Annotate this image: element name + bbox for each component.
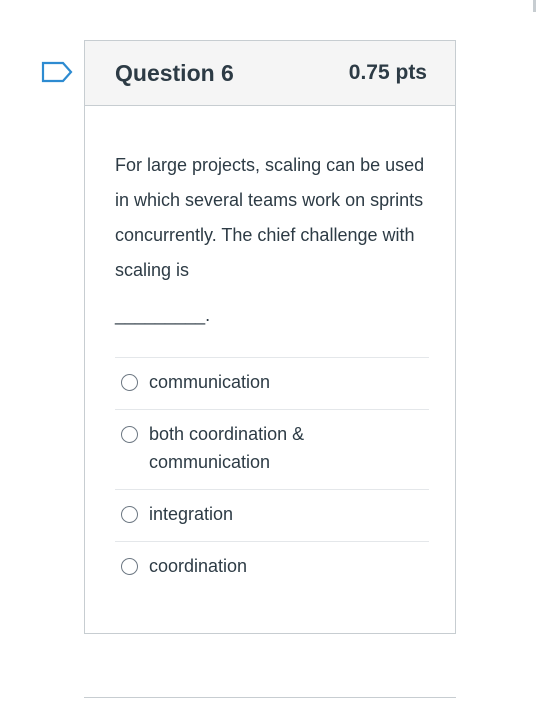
question-text: For large projects, scaling can be used … bbox=[115, 148, 429, 333]
answer-option[interactable]: integration bbox=[115, 489, 429, 541]
answer-list: communication both coordination & commun… bbox=[115, 357, 429, 593]
answer-option[interactable]: communication bbox=[115, 357, 429, 409]
next-question-card bbox=[84, 697, 456, 707]
question-header: Question 6 0.75 pts bbox=[85, 41, 455, 106]
flag-icon bbox=[41, 61, 73, 83]
answer-label: integration bbox=[149, 504, 234, 524]
question-title: Question 6 bbox=[115, 60, 234, 86]
answer-label: coordination bbox=[149, 556, 248, 576]
question-body: For large projects, scaling can be used … bbox=[115, 155, 425, 280]
flag-question-button[interactable] bbox=[40, 60, 74, 84]
radio-button[interactable] bbox=[121, 374, 138, 391]
radio-button[interactable] bbox=[121, 558, 138, 575]
question-card: Question 6 0.75 pts For large projects, … bbox=[84, 40, 456, 634]
answer-option[interactable]: coordination bbox=[115, 541, 429, 593]
answer-option[interactable]: both coordination & communication bbox=[115, 409, 429, 489]
radio-button[interactable] bbox=[121, 506, 138, 523]
question-points: 0.75 pts bbox=[348, 61, 427, 84]
answer-label: communication bbox=[149, 372, 271, 392]
answer-label: both coordination & communication bbox=[149, 424, 305, 472]
radio-button[interactable] bbox=[121, 426, 138, 443]
page-edge-divider bbox=[533, 0, 536, 12]
question-blank: _________. bbox=[115, 305, 211, 325]
